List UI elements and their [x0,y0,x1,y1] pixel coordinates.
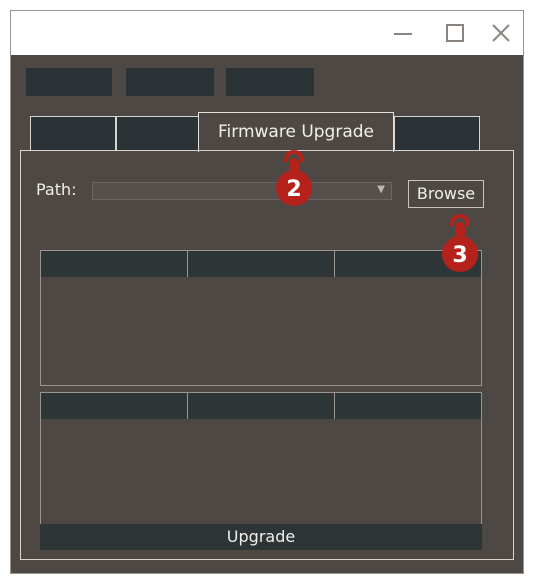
title-bar [11,11,523,55]
file-table-header [41,251,481,277]
device-table-column-3[interactable] [335,393,481,419]
toolbar-button-2[interactable] [126,68,214,96]
step-3-callout: 3 [432,213,488,278]
minimize-icon[interactable] [389,19,417,47]
device-table [40,392,482,526]
upgrade-button[interactable]: Upgrade [40,524,482,550]
step-3-number: 3 [452,243,467,268]
pointer-hand-icon: 2 [276,149,312,206]
tab-1[interactable] [30,116,116,150]
file-table-column-1[interactable] [41,251,188,277]
maximize-icon[interactable] [441,19,469,47]
path-select[interactable]: ▼ [92,182,392,200]
device-table-column-2[interactable] [188,393,335,419]
toolbar-button-3[interactable] [226,68,314,96]
path-label: Path: [36,180,77,199]
tab-4[interactable] [394,116,480,150]
tab-firmware-upgrade[interactable]: Firmware Upgrade [198,112,394,152]
file-table [40,250,482,386]
file-table-column-2[interactable] [188,251,335,277]
tab-2[interactable] [116,116,200,150]
step-2-callout: 2 [266,149,322,214]
device-table-column-1[interactable] [41,393,188,419]
browse-button[interactable]: Browse [408,180,484,208]
device-table-header [41,393,481,419]
pointer-hand-icon: 3 [442,213,478,272]
step-2-number: 2 [286,177,301,202]
close-icon[interactable] [487,19,515,47]
chevron-down-icon[interactable]: ▼ [377,184,385,195]
toolbar-button-1[interactable] [26,68,112,96]
